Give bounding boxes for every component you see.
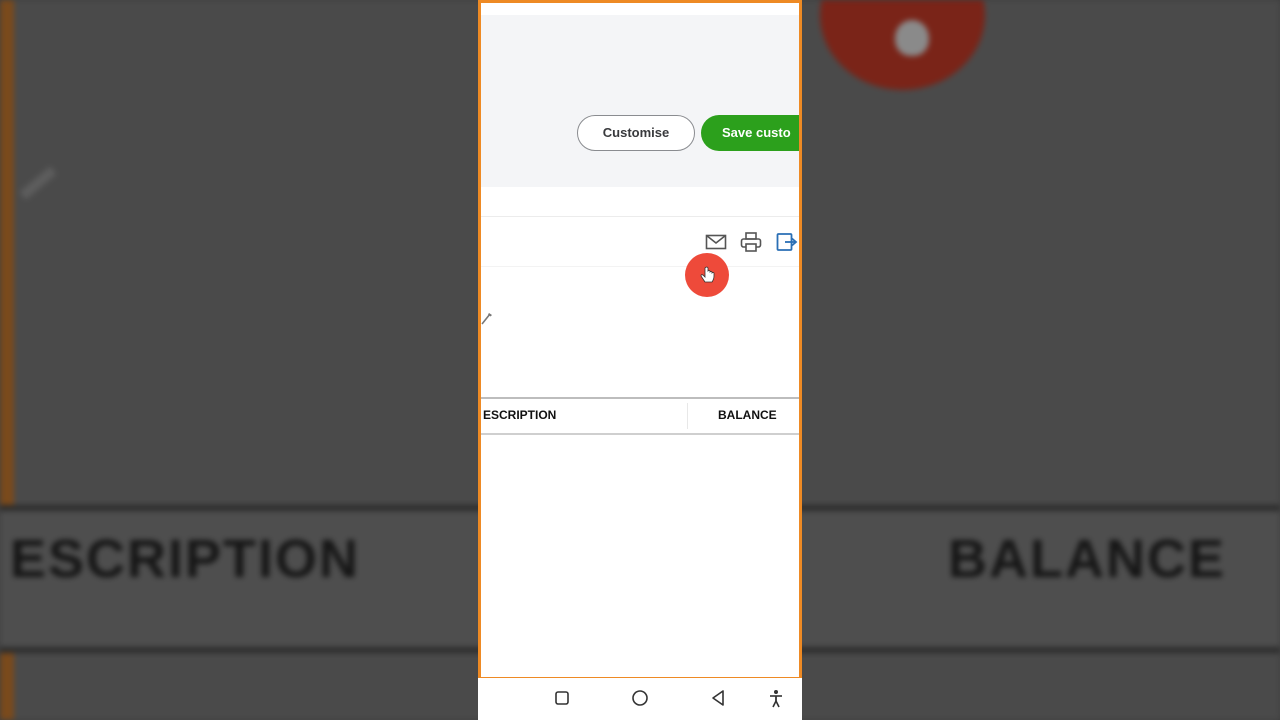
hand-cursor-icon <box>700 266 715 283</box>
print-icon[interactable] <box>740 232 762 252</box>
background-balance-header: BALANCE <box>948 529 1226 589</box>
background-pencil-icon <box>19 166 57 200</box>
app-screen: Customise Save custo ESCRIPTION BALANCE <box>478 0 802 680</box>
phone-screen: Customise Save custo ESCRIPTION BALANCE <box>478 0 802 720</box>
table-header: ESCRIPTION BALANCE <box>481 397 799 435</box>
column-header-balance[interactable]: BALANCE <box>718 408 777 422</box>
email-icon[interactable] <box>705 234 727 250</box>
save-customisation-button[interactable]: Save custo <box>701 115 799 151</box>
divider <box>481 216 799 217</box>
recent-apps-icon[interactable] <box>554 689 570 707</box>
background-description-header: ESCRIPTION <box>10 529 361 589</box>
export-icon[interactable] <box>776 232 798 252</box>
column-separator <box>687 403 688 429</box>
android-navigation-bar <box>478 678 802 720</box>
back-icon[interactable] <box>710 689 726 707</box>
report-header-panel: Customise Save custo <box>481 15 799 187</box>
home-icon[interactable] <box>630 689 650 707</box>
divider <box>481 266 799 267</box>
video-frame: ESCRIPTION BALANCE Customise Save custo <box>0 0 1280 720</box>
background-hand-cursor-icon <box>895 20 929 56</box>
customise-button[interactable]: Customise <box>577 115 695 151</box>
pencil-icon[interactable] <box>481 311 493 327</box>
column-header-description[interactable]: ESCRIPTION <box>483 408 556 422</box>
accessibility-icon[interactable] <box>768 689 784 709</box>
